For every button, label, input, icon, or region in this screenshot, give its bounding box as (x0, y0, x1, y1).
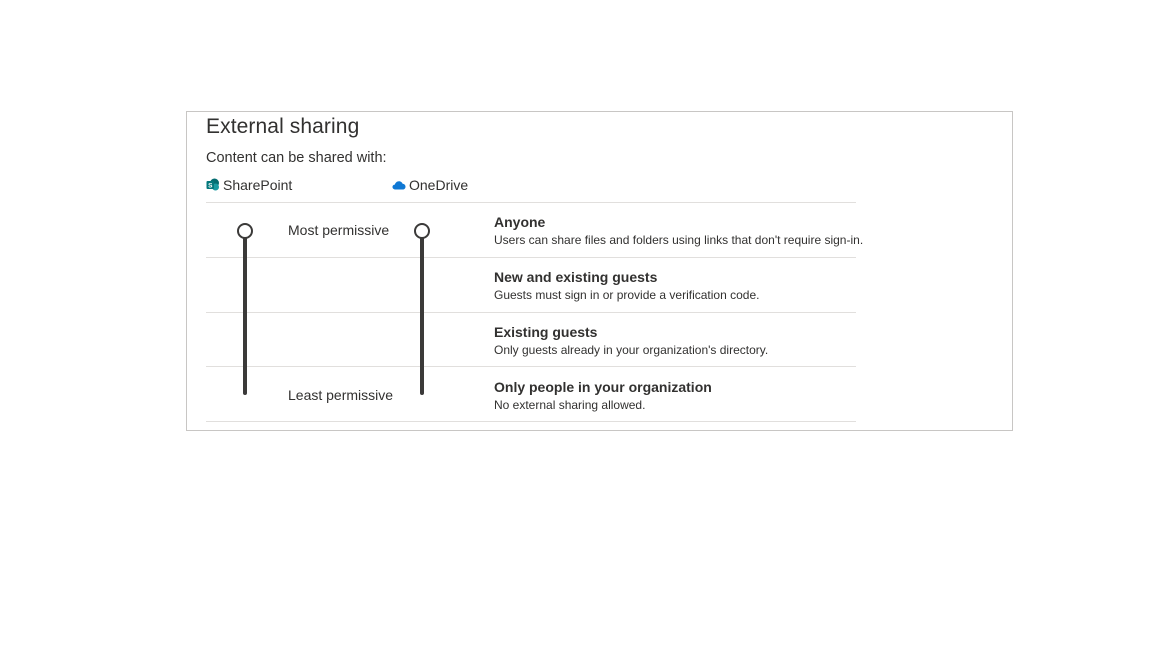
sharepoint-header: S SharePoint (206, 177, 292, 193)
onedrive-slider-thumb[interactable] (414, 223, 430, 239)
least-permissive-label: Least permissive (288, 387, 394, 403)
level-org-only-description: No external sharing allowed. (494, 398, 646, 412)
panel-subtitle: Content can be shared with: (206, 150, 387, 166)
sharepoint-slider-track[interactable] (243, 230, 247, 395)
onedrive-slider-track[interactable] (420, 230, 424, 395)
external-sharing-panel: External sharing Content can be shared w… (186, 111, 1013, 431)
level-anyone-name: Anyone (494, 214, 546, 230)
divider (206, 202, 856, 203)
onedrive-header: OneDrive (392, 177, 468, 193)
most-permissive-label: Most permissive (288, 222, 390, 238)
level-org-only-name: Only people in your organization (494, 379, 712, 395)
svg-text:S: S (208, 183, 213, 190)
sharepoint-label: SharePoint (223, 177, 293, 193)
sharepoint-slider-thumb[interactable] (237, 223, 253, 239)
level-new-existing-guests-description: Guests must sign in or provide a verific… (494, 288, 760, 302)
level-new-existing-guests-name: New and existing guests (494, 269, 658, 285)
sharepoint-icon: S (206, 178, 220, 192)
panel-title: External sharing (206, 115, 360, 138)
divider (206, 366, 856, 367)
divider (206, 312, 856, 313)
level-existing-guests-description: Only guests already in your organization… (494, 343, 769, 357)
onedrive-label: OneDrive (409, 177, 469, 193)
divider (206, 257, 856, 258)
level-anyone-description: Users can share files and folders using … (494, 233, 864, 247)
level-existing-guests-name: Existing guests (494, 324, 598, 340)
onedrive-icon (392, 179, 406, 191)
divider (206, 421, 856, 422)
